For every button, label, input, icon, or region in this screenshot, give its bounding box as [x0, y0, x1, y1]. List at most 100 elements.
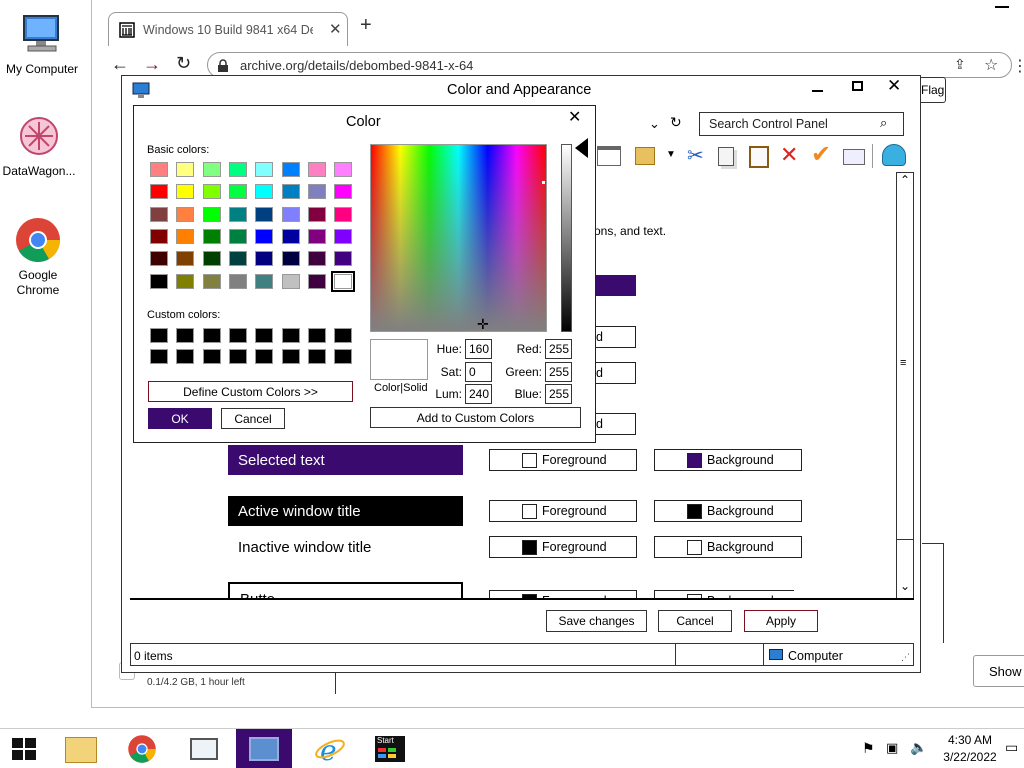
color-swatch[interactable] — [331, 270, 356, 292]
color-swatch[interactable] — [334, 206, 353, 222]
color-swatch[interactable] — [255, 162, 274, 177]
check-icon[interactable]: ✔ — [811, 140, 831, 169]
color-swatch[interactable] — [228, 184, 247, 200]
color-swatch[interactable] — [228, 251, 247, 267]
taskbar-app-window[interactable] — [176, 729, 232, 768]
color-swatch[interactable] — [281, 228, 300, 244]
scroll-up-icon[interactable]: ⌃ — [900, 173, 910, 187]
color-swatch[interactable] — [202, 251, 221, 267]
red-input[interactable]: 255 — [545, 339, 572, 359]
color-swatch[interactable] — [307, 206, 326, 222]
share-icon[interactable]: ⇪ — [954, 56, 966, 73]
color-swatch[interactable] — [255, 251, 274, 267]
clock-date[interactable]: 3/22/2022 — [940, 750, 1000, 764]
paste-icon[interactable] — [749, 146, 769, 168]
color-swatch[interactable] — [202, 273, 221, 289]
clock-time[interactable]: 4:30 AM — [945, 733, 995, 747]
color-spectrum[interactable] — [370, 144, 547, 332]
color-swatch[interactable] — [307, 251, 326, 267]
vertical-scrollbar[interactable]: ⌃ ≡ ⌄ — [896, 172, 914, 599]
color-swatch[interactable] — [228, 228, 247, 244]
desktop-icon-chrome[interactable]: Google Chrome — [0, 216, 80, 298]
color-swatch[interactable] — [334, 328, 353, 343]
start-button[interactable] — [0, 729, 48, 768]
properties-icon[interactable] — [843, 149, 865, 165]
reload-icon[interactable]: ↻ — [176, 53, 191, 74]
bookmark-star-icon[interactable]: ☆ — [984, 55, 998, 75]
back-arrow-icon[interactable]: ← — [111, 54, 129, 75]
action-center-flag-icon[interactable]: ⚑ — [862, 740, 875, 757]
item-active-window-title[interactable]: Active window title — [228, 496, 463, 526]
color-swatch[interactable] — [176, 162, 195, 177]
color-swatch[interactable] — [176, 349, 195, 364]
color-swatch[interactable] — [281, 328, 300, 343]
scroll-down-icon[interactable]: ⌄ — [900, 579, 910, 593]
copy-icon[interactable] — [718, 147, 734, 166]
address-dropdown-icon[interactable]: ⌄ — [649, 116, 660, 132]
color-swatch[interactable] — [228, 162, 247, 177]
color-swatch[interactable] — [150, 206, 168, 222]
color-swatch[interactable] — [150, 251, 168, 267]
color-swatch[interactable] — [150, 184, 168, 200]
color-swatch[interactable] — [334, 228, 353, 244]
folder-icon[interactable] — [635, 147, 655, 165]
close-icon[interactable]: ✕ — [887, 76, 901, 96]
browser-minimize-icon[interactable] — [995, 6, 1009, 8]
color-swatch[interactable] — [176, 228, 195, 244]
color-swatch[interactable] — [334, 251, 353, 267]
color-swatch[interactable] — [255, 184, 274, 200]
color-swatch[interactable] — [202, 349, 221, 364]
color-swatch[interactable] — [307, 273, 326, 289]
forward-arrow-icon[interactable]: → — [143, 54, 161, 75]
sat-input[interactable]: 0 — [465, 362, 492, 382]
color-swatch[interactable] — [176, 184, 195, 200]
color-swatch[interactable] — [281, 206, 300, 222]
color-swatch[interactable] — [281, 251, 300, 267]
color-swatch[interactable] — [307, 349, 326, 364]
taskbar-start-tile[interactable]: Start — [362, 729, 418, 768]
color-swatch[interactable] — [202, 184, 221, 200]
color-swatch[interactable] — [202, 162, 221, 177]
taskbar-file-explorer[interactable] — [54, 729, 110, 768]
color-swatch[interactable] — [150, 228, 168, 244]
search-input[interactable]: Search Control Panel ⌕ — [699, 112, 904, 136]
color-swatch[interactable] — [150, 162, 168, 177]
color-swatch[interactable] — [334, 162, 353, 177]
partial-button-2[interactable]: d — [592, 362, 636, 384]
color-swatch[interactable] — [255, 228, 274, 244]
color-swatch[interactable] — [228, 349, 247, 364]
active-title-background-button[interactable]: Background — [654, 500, 802, 522]
color-swatch[interactable] — [202, 328, 221, 343]
active-title-foreground-button[interactable]: Foreground — [489, 500, 637, 522]
selected-text-foreground-button[interactable]: Foreground — [489, 449, 637, 471]
maximize-button[interactable] — [852, 81, 863, 91]
tab-close-icon[interactable]: ✕ — [329, 20, 342, 38]
color-swatch[interactable] — [176, 251, 195, 267]
color-swatch[interactable] — [228, 328, 247, 343]
show-all-button[interactable]: Show a — [973, 655, 1024, 687]
color-swatch[interactable] — [255, 206, 274, 222]
color-swatch[interactable] — [281, 184, 300, 200]
color-swatch[interactable] — [228, 273, 247, 289]
volume-muted-icon[interactable]: 🔈 — [910, 739, 927, 756]
color-swatch[interactable] — [176, 328, 195, 343]
lum-input[interactable]: 240 — [465, 384, 492, 404]
color-swatch[interactable] — [307, 162, 326, 177]
ok-button[interactable]: OK — [148, 408, 212, 429]
luminance-arrow-icon[interactable] — [575, 138, 588, 158]
inactive-title-foreground-button[interactable]: Foreground — [489, 536, 637, 558]
item-button[interactable]: Butto — [228, 582, 463, 599]
shell-icon[interactable] — [882, 144, 906, 166]
apply-button[interactable]: Apply — [744, 610, 818, 632]
partial-button-3[interactable]: d — [592, 413, 636, 435]
minimize-button[interactable] — [812, 90, 823, 92]
color-swatch[interactable] — [176, 273, 195, 289]
taskbar-internet-explorer[interactable]: e — [302, 729, 358, 768]
taskbar-control-panel[interactable] — [236, 729, 292, 768]
refresh-icon[interactable]: ↻ — [670, 114, 682, 131]
spectrum-crosshair-icon[interactable]: ✛ — [477, 317, 489, 331]
color-swatch[interactable] — [255, 273, 274, 289]
color-swatch[interactable] — [228, 206, 247, 222]
luminance-slider[interactable] — [561, 144, 572, 332]
inactive-title-background-button[interactable]: Background — [654, 536, 802, 558]
